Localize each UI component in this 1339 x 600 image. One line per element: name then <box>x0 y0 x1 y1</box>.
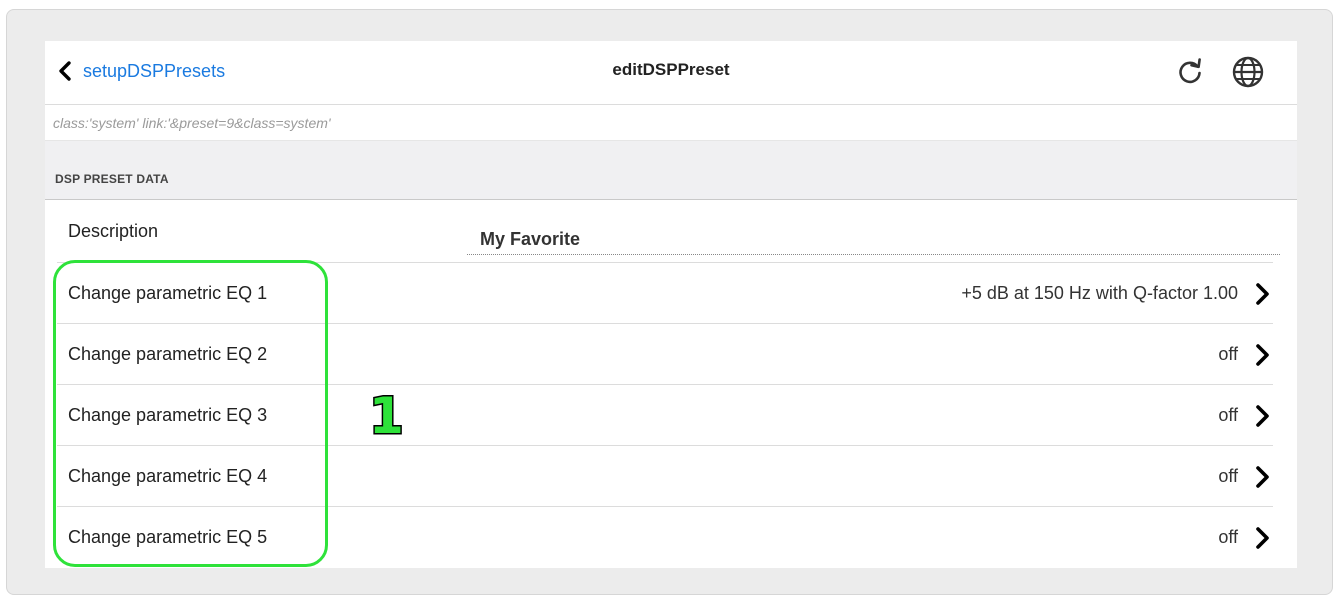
reload-button[interactable] <box>1173 55 1207 89</box>
description-input[interactable] <box>467 221 1280 255</box>
description-label: Description <box>68 221 159 241</box>
row-label: Change parametric EQ 1 <box>68 283 268 303</box>
eq-row-2[interactable]: Change parametric EQ 2 off <box>57 324 1273 385</box>
section-header: DSP PRESET DATA <box>45 141 1297 200</box>
row-value: off <box>1218 466 1238 486</box>
edit-dsp-preset-panel: setupDSPPresets editDSPPreset class:'sys… <box>45 41 1297 568</box>
language-button[interactable] <box>1231 55 1265 89</box>
eq-row-4[interactable]: Change parametric EQ 4 off <box>57 446 1273 507</box>
class-link-info: class:'system' link:'&preset=9&class=sys… <box>53 115 331 131</box>
info-bar: class:'system' link:'&preset=9&class=sys… <box>45 106 1297 141</box>
row-value: off <box>1218 344 1238 364</box>
eq-row-1[interactable]: Change parametric EQ 1 +5 dB at 150 Hz w… <box>57 263 1273 324</box>
section-title: DSP PRESET DATA <box>55 172 169 186</box>
row-label: Change parametric EQ 2 <box>68 344 268 364</box>
reload-icon <box>1179 58 1201 84</box>
annotation-number: 1 <box>368 387 406 445</box>
globe-icon <box>1232 56 1264 88</box>
chevron-right-icon <box>1256 466 1269 488</box>
chevron-right-icon <box>1256 283 1269 305</box>
chevron-right-icon <box>1256 405 1269 427</box>
description-row: Description <box>57 201 1280 263</box>
row-value: off <box>1218 405 1238 425</box>
row-value: off <box>1218 527 1238 547</box>
navigation-bar: setupDSPPresets editDSPPreset <box>45 41 1297 105</box>
eq-row-3[interactable]: Change parametric EQ 3 off <box>57 385 1273 446</box>
row-label: Change parametric EQ 4 <box>68 466 268 486</box>
chevron-right-icon <box>1256 527 1269 549</box>
eq-row-5[interactable]: Change parametric EQ 5 off <box>57 507 1273 568</box>
page-title: editDSPPreset <box>612 60 730 79</box>
row-value: +5 dB at 150 Hz with Q-factor 1.00 <box>961 283 1238 303</box>
row-label: Change parametric EQ 5 <box>68 527 268 547</box>
chevron-right-icon <box>1256 344 1269 366</box>
row-label: Change parametric EQ 3 <box>68 405 268 425</box>
